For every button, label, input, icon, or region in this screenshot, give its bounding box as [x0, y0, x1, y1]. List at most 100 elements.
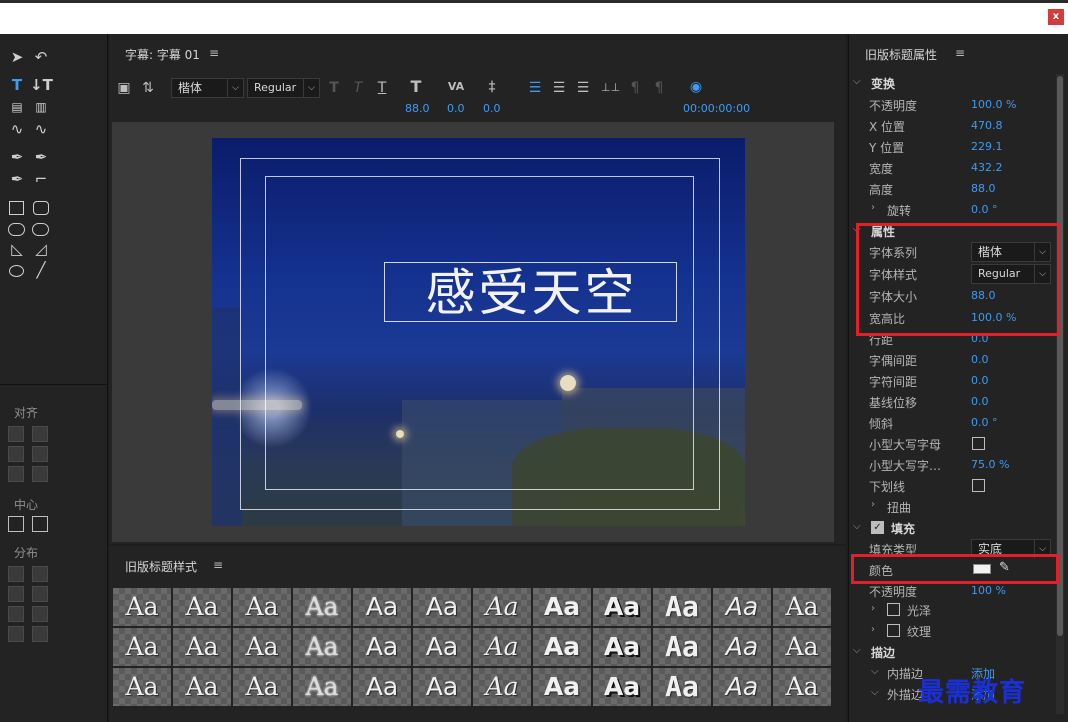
- style-swatch[interactable]: Aa: [293, 668, 351, 706]
- chevron-right-icon[interactable]: ›: [871, 624, 875, 635]
- style-swatch[interactable]: Aa: [653, 628, 711, 666]
- clipped-corner-rect-tool-icon[interactable]: [32, 223, 49, 236]
- tab-stops-icon[interactable]: ⊥⊥: [601, 79, 620, 97]
- y-position-value[interactable]: 229.1: [971, 140, 1003, 153]
- style-swatch[interactable]: Aa: [533, 668, 591, 706]
- style-swatch[interactable]: Aa: [413, 588, 471, 626]
- line-tool-icon[interactable]: ╱: [32, 261, 50, 279]
- tab-right-icon[interactable]: ¶: [651, 79, 667, 97]
- arc-tool-icon[interactable]: ◿: [32, 240, 50, 258]
- font-family-dropdown[interactable]: 楷体 ⌵: [171, 78, 244, 98]
- distribute-vcenter-icon[interactable]: [32, 586, 48, 602]
- align-vcenter-icon[interactable]: [32, 446, 48, 462]
- rotate-tool-icon[interactable]: ↶: [32, 48, 50, 66]
- distribute-right-icon[interactable]: [8, 606, 24, 622]
- show-background-video-icon[interactable]: ◉: [687, 78, 705, 96]
- height-value[interactable]: 88.0: [971, 182, 996, 195]
- chevron-down-icon[interactable]: ⌵: [871, 666, 879, 677]
- italic-icon[interactable]: T: [351, 79, 365, 97]
- style-swatch[interactable]: Aa: [533, 628, 591, 666]
- center-vertical-icon[interactable]: [32, 516, 48, 532]
- style-swatch[interactable]: Aa: [413, 628, 471, 666]
- leading-icon[interactable]: ‡: [481, 78, 503, 96]
- ellipse-tool-icon[interactable]: [9, 265, 24, 277]
- title-text-box[interactable]: 感受天空: [384, 262, 677, 322]
- style-swatch[interactable]: Aa: [473, 588, 531, 626]
- style-swatch[interactable]: Aa: [233, 588, 291, 626]
- chevron-down-icon[interactable]: ⌵: [853, 76, 861, 87]
- vertical-type-tool-icon[interactable]: ↓T: [30, 76, 53, 94]
- tab-left-icon[interactable]: ¶: [627, 79, 643, 97]
- fill-group[interactable]: 填充: [891, 520, 915, 537]
- style-swatch[interactable]: Aa: [353, 668, 411, 706]
- pen-tool-icon[interactable]: ✒: [8, 148, 26, 166]
- style-swatch[interactable]: Aa: [773, 588, 831, 626]
- rotation-value[interactable]: 0.0 °: [971, 203, 998, 216]
- center-horizontal-icon[interactable]: [8, 516, 24, 532]
- convert-anchor-tool-icon[interactable]: ⌐: [32, 170, 50, 188]
- distribute-bottom-icon[interactable]: [32, 606, 48, 622]
- align-left-text-icon[interactable]: ☰: [527, 79, 543, 97]
- distribute-vspace-icon[interactable]: [32, 626, 48, 642]
- styles-menu-icon[interactable]: ≡: [213, 558, 223, 572]
- kerning-prop-value[interactable]: 0.0: [971, 353, 989, 366]
- distribute-hcenter-icon[interactable]: [8, 586, 24, 602]
- align-hcenter-icon[interactable]: [8, 446, 24, 462]
- add-anchor-tool-icon[interactable]: ✒: [8, 170, 26, 188]
- slant-value[interactable]: 0.0 °: [971, 416, 998, 429]
- align-bottom-icon[interactable]: [32, 466, 48, 482]
- style-swatch[interactable]: Aa: [293, 588, 351, 626]
- leading-value[interactable]: 0.0: [483, 102, 501, 115]
- path-type-tool-icon[interactable]: ∿: [8, 120, 26, 138]
- align-left-icon[interactable]: [8, 426, 24, 442]
- style-swatch[interactable]: Aa: [413, 668, 471, 706]
- style-swatch[interactable]: Aa: [593, 588, 651, 626]
- kerning-icon[interactable]: VA: [445, 78, 467, 96]
- style-swatch[interactable]: Aa: [113, 628, 171, 666]
- align-right-icon[interactable]: [8, 466, 24, 482]
- vertical-path-type-tool-icon[interactable]: ∿: [32, 120, 50, 138]
- selection-tool-icon[interactable]: ➤: [8, 48, 26, 66]
- vertical-area-type-tool-icon[interactable]: ▥: [32, 98, 50, 116]
- distribute-top-icon[interactable]: [32, 566, 48, 582]
- style-swatch[interactable]: Aa: [113, 668, 171, 706]
- sheen-checkbox[interactable]: [887, 603, 900, 616]
- distribute-hspace-icon[interactable]: [8, 626, 24, 642]
- area-type-tool-icon[interactable]: ▤: [8, 98, 26, 116]
- chevron-right-icon[interactable]: ›: [871, 603, 875, 614]
- texture-checkbox[interactable]: [887, 624, 900, 637]
- style-swatch[interactable]: Aa: [773, 668, 831, 706]
- timecode-value[interactable]: 00:00:00:00: [683, 102, 750, 115]
- style-swatch[interactable]: Aa: [653, 668, 711, 706]
- fill-opacity-value[interactable]: 100 %: [971, 584, 1006, 597]
- font-size-icon[interactable]: T: [405, 78, 427, 96]
- close-button[interactable]: x: [1048, 9, 1064, 25]
- chevron-right-icon[interactable]: ›: [871, 499, 875, 510]
- properties-menu-icon[interactable]: ≡: [955, 46, 965, 60]
- align-center-text-icon[interactable]: ☰: [551, 79, 567, 97]
- style-swatch[interactable]: Aa: [233, 628, 291, 666]
- x-position-value[interactable]: 470.8: [971, 119, 1003, 132]
- style-swatch[interactable]: Aa: [173, 628, 231, 666]
- font-style-dropdown[interactable]: Regular ⌵: [247, 78, 320, 98]
- chevron-down-icon[interactable]: ⌵: [871, 687, 879, 698]
- align-top-icon[interactable]: [32, 426, 48, 442]
- style-swatch[interactable]: Aa: [713, 588, 771, 626]
- style-swatch[interactable]: Aa: [173, 668, 231, 706]
- chevron-down-icon[interactable]: ⌵: [853, 521, 861, 532]
- style-swatch[interactable]: Aa: [353, 588, 411, 626]
- align-right-text-icon[interactable]: ☰: [575, 79, 591, 97]
- style-swatch[interactable]: Aa: [113, 588, 171, 626]
- roll-crawl-options-icon[interactable]: ⇅: [139, 79, 157, 97]
- style-swatch[interactable]: Aa: [593, 628, 651, 666]
- distribute-left-icon[interactable]: [8, 566, 24, 582]
- style-swatch[interactable]: Aa: [473, 668, 531, 706]
- style-swatch[interactable]: Aa: [713, 628, 771, 666]
- smallcaps-checkbox[interactable]: [972, 437, 985, 450]
- style-swatch[interactable]: Aa: [473, 628, 531, 666]
- width-value[interactable]: 432.2: [971, 161, 1003, 174]
- stroke-group[interactable]: 描边: [871, 644, 895, 661]
- tracking-value[interactable]: 0.0: [971, 374, 989, 387]
- panel-menu-icon[interactable]: ≡: [209, 46, 219, 60]
- underline-icon[interactable]: T: [375, 79, 389, 97]
